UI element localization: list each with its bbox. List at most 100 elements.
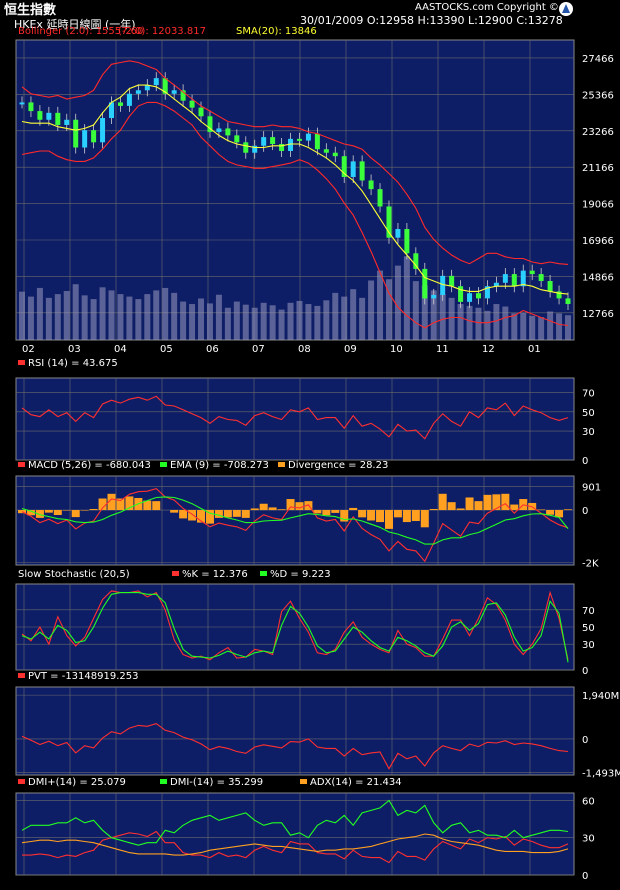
x-tick-label: 02	[22, 344, 35, 355]
volume-bar	[27, 296, 34, 340]
y-tick-label: 21166	[582, 163, 614, 174]
volume-bar	[99, 287, 106, 340]
y-tick-label: 0	[582, 871, 588, 882]
x-tick-label: 12	[482, 344, 495, 355]
legend-swatch	[278, 462, 285, 467]
candle-body	[475, 293, 481, 299]
candle-body	[153, 78, 159, 86]
candle-body	[350, 161, 356, 177]
legend-swatch	[18, 779, 25, 784]
divergence-bar	[322, 510, 331, 516]
volume-bar	[484, 310, 491, 340]
brand-text: AASTOCKS.com Copyright ©	[415, 2, 559, 13]
panel-dmi: 60 30 0 DMI+(14) = 25.079 DMI-(14) = 35.299 A…	[15, 777, 595, 882]
volume-bar	[90, 299, 97, 340]
candle-body	[198, 107, 204, 117]
volume-bar	[547, 311, 554, 340]
legend-swatch	[160, 779, 167, 784]
volume-bar	[135, 299, 142, 340]
legend-entry: DMI+(14) = 25.079	[28, 777, 126, 788]
x-tick-label: 09	[344, 344, 357, 355]
candle-body	[377, 189, 383, 207]
volume-bar	[233, 301, 240, 340]
volume-bar	[189, 304, 196, 340]
volume-bar	[72, 284, 79, 340]
volume-bar	[269, 305, 276, 340]
candle-body	[135, 90, 141, 94]
volume-bar	[529, 315, 536, 340]
divergence-bar	[179, 510, 188, 519]
divergence-bar	[349, 507, 358, 511]
volume-bar	[475, 307, 482, 340]
candle-body	[64, 119, 70, 125]
panel-stochastic: 70 50 30 0 Slow Stochastic (20,5) %K = 12.376…	[15, 569, 595, 677]
x-tick-label: 06	[206, 344, 219, 355]
divergence-bar	[456, 508, 465, 511]
y-tick-label: 0	[582, 456, 588, 467]
legend-swatch	[18, 360, 25, 365]
volume-bar	[368, 280, 375, 340]
candle-body	[46, 112, 52, 120]
candle-body	[529, 270, 535, 275]
panel-background	[15, 686, 575, 776]
candle-body	[368, 180, 374, 190]
legend-swatch	[300, 779, 307, 784]
candle-body	[55, 112, 61, 125]
divergence-bar	[223, 510, 232, 518]
legend-entry: RSI (14) = 43.675	[28, 358, 118, 369]
candle-body	[288, 138, 294, 151]
candle-body	[395, 229, 401, 238]
volume-bar	[493, 304, 500, 340]
divergence-bar	[286, 499, 295, 511]
legend-swatch	[18, 673, 25, 678]
panel-rsi: 70 50 30 0 RSI (14) = 43.675	[15, 358, 595, 467]
candle-body	[332, 152, 338, 157]
volume-bar	[81, 295, 88, 340]
divergence-bar	[80, 510, 89, 511]
volume-bar	[108, 290, 115, 340]
divergence-bar	[259, 503, 268, 511]
volume-bar	[19, 291, 25, 340]
panel-macd: 901 0 -2K MACD (5,26) = -680.043 EMA (9) = -…	[15, 460, 601, 569]
volume-bar	[359, 297, 366, 340]
volume-bar	[198, 298, 205, 340]
divergence-bar	[71, 510, 80, 518]
candle-body	[234, 135, 240, 143]
legend-entry: DMI-(14) = 35.299	[170, 777, 263, 788]
y-tick-label: 70	[582, 606, 595, 617]
volume-bar	[502, 306, 509, 340]
volume-bar	[260, 302, 267, 340]
y-tick-label: 23266	[582, 127, 614, 138]
candle-body	[547, 281, 553, 292]
y-tick-label: -1,493M	[582, 769, 620, 780]
volume-bar	[412, 281, 419, 340]
volume-bar	[448, 297, 455, 340]
chart-svg: 恒生指數 HKEx 延時日線圖 (一年) 30/01/2009 O:12958 …	[4, 2, 620, 882]
y-tick-label: 901	[582, 482, 601, 493]
divergence-bar	[429, 508, 438, 511]
volume-bar	[457, 304, 464, 340]
volume-bar	[394, 265, 401, 340]
chart-title: 恒生指數	[4, 2, 56, 18]
legend-entry: SMA(20): 13846	[236, 26, 317, 37]
volume-bar	[314, 305, 321, 340]
volume-bar	[305, 304, 312, 340]
volume-bar	[520, 312, 527, 340]
x-tick-label: 01	[528, 344, 541, 355]
legend-entry: Slow Stochastic (20,5)	[18, 569, 130, 580]
panel-price: 27466 25366 23266 21166 19066 16966 14866 12766…	[15, 26, 614, 355]
volume-bar	[323, 300, 330, 340]
candle-body	[565, 298, 571, 304]
volume-bar	[45, 297, 52, 340]
legend-swatch	[160, 462, 167, 467]
legend-swatch	[260, 571, 267, 576]
volume-bar	[242, 304, 249, 340]
candle-body	[126, 93, 132, 106]
divergence-bar	[483, 494, 492, 511]
volume-bar	[180, 301, 187, 340]
y-tick-label: 1,940M	[582, 691, 619, 702]
legend-entry: %K = 12.376	[182, 569, 248, 580]
candle-body	[225, 128, 231, 136]
y-tick-label: 30	[582, 834, 595, 845]
divergence-bar	[474, 501, 483, 511]
